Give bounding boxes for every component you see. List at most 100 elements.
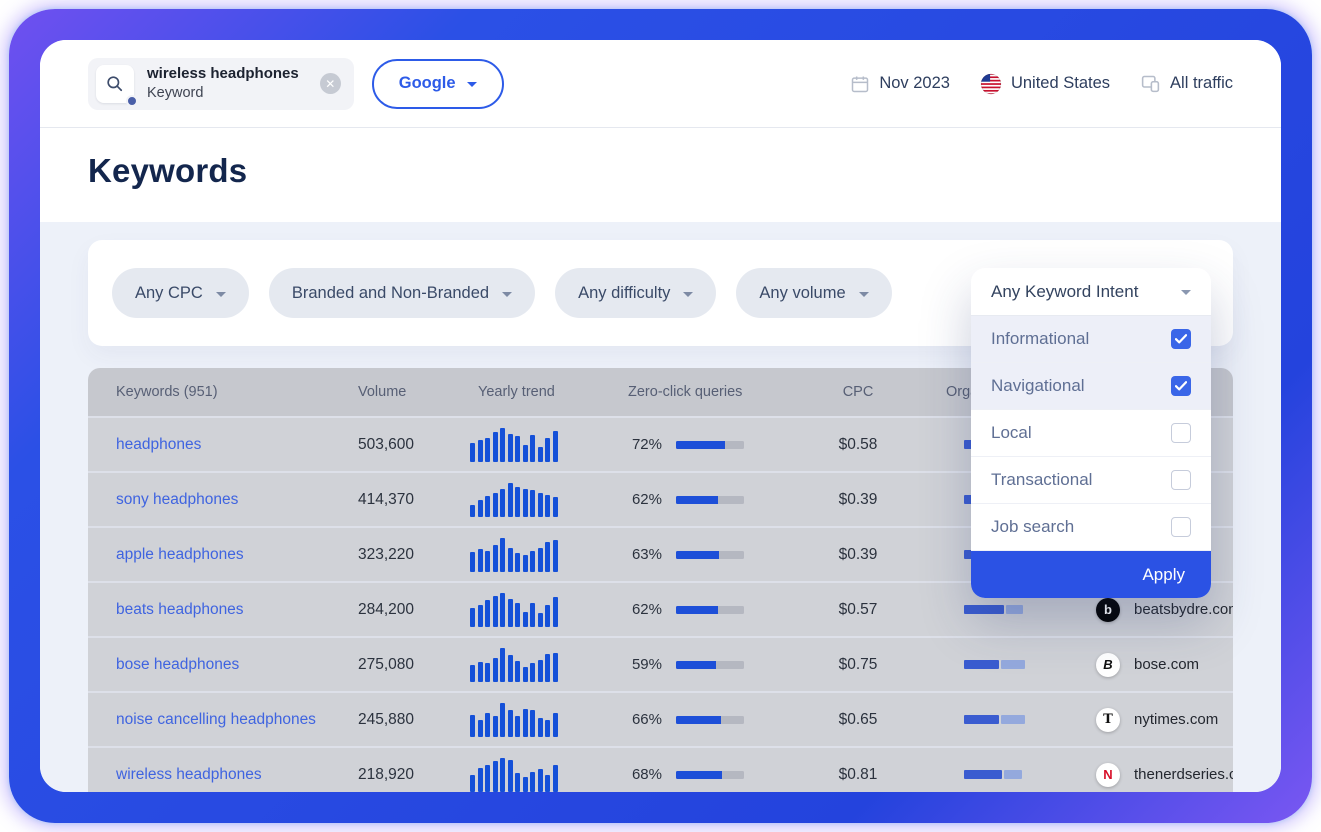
top-bar: wireless headphones Keyword ✕ Google Nov…: [40, 40, 1281, 128]
search-type-label: Keyword: [147, 84, 299, 103]
volume-cell: 414,370: [358, 491, 470, 509]
search-icon: [105, 74, 125, 94]
keyword-cell: noise cancelling headphones: [88, 711, 358, 729]
keyword-link[interactable]: noise cancelling headphones: [116, 711, 316, 728]
keyword-intent-label: Any Keyword Intent: [991, 282, 1138, 302]
zero-click-cell: 72%: [620, 436, 798, 453]
clear-search-button[interactable]: ✕: [320, 73, 341, 94]
checkbox-checked[interactable]: [1171, 376, 1191, 396]
keyword-cell: bose headphones: [88, 656, 358, 674]
filter-pill-label: Any difficulty: [578, 284, 670, 303]
traffic-selector[interactable]: All traffic: [1140, 73, 1233, 94]
heading-block: Keywords: [40, 128, 1281, 222]
keyword-link[interactable]: headphones: [116, 436, 201, 453]
domain-cell: Nthenerdseries.com: [1086, 763, 1233, 787]
traffic-label: All traffic: [1170, 74, 1233, 93]
zero-click-bar-fill: [676, 551, 719, 559]
intent-option-transactional[interactable]: Transactional: [971, 457, 1211, 504]
yearly-trend-chart: [470, 758, 562, 792]
paid-bar: [1006, 605, 1023, 614]
chevron-down-icon: [683, 292, 693, 297]
intent-option-informational[interactable]: Informational: [971, 316, 1211, 363]
paid-bar: [1001, 715, 1025, 724]
organic-bar: [964, 715, 999, 724]
zero-click-percent: 66%: [628, 711, 662, 728]
keyword-intent-dropdown-header[interactable]: Any Keyword Intent: [971, 268, 1211, 316]
intent-option-navigational[interactable]: Navigational: [971, 363, 1211, 410]
yearly-trend-chart: [470, 703, 562, 737]
domain-label: beatsbydre.com: [1134, 601, 1233, 618]
chevron-down-icon: [467, 82, 477, 87]
zero-click-bar-fill: [676, 606, 718, 614]
zero-click-bar-fill: [676, 441, 725, 449]
keyword-link[interactable]: bose headphones: [116, 656, 239, 673]
keyword-search-widget[interactable]: wireless headphones Keyword ✕: [88, 58, 354, 110]
intent-option-local[interactable]: Local: [971, 410, 1211, 457]
country-selector[interactable]: United States: [980, 73, 1110, 95]
zero-click-cell: 59%: [620, 656, 798, 673]
intent-option-label: Informational: [991, 329, 1089, 349]
yearly-trend-chart: [470, 593, 562, 627]
filter-pill-label: Any volume: [759, 284, 845, 303]
apply-button[interactable]: Apply: [971, 551, 1211, 598]
zero-click-percent: 62%: [628, 491, 662, 508]
checkbox-unchecked[interactable]: [1171, 470, 1191, 490]
date-selector[interactable]: Nov 2023: [850, 74, 950, 94]
zero-click-bar-fill: [676, 716, 721, 724]
chevron-down-icon: [859, 292, 869, 297]
yearly-trend-chart: [470, 538, 562, 572]
search-iconbox: [96, 65, 134, 103]
yearly-trend-chart: [470, 648, 562, 682]
checkbox-unchecked[interactable]: [1171, 517, 1191, 537]
calendar-icon: [850, 74, 870, 94]
trend-cell: [470, 758, 620, 792]
cpc-cell: $0.39: [798, 546, 918, 564]
zero-click-cell: 63%: [620, 546, 798, 563]
zero-click-cell: 62%: [620, 601, 798, 618]
table-row: noise cancelling headphones 245,880 66% $0.…: [88, 691, 1233, 746]
zero-click-bar-fill: [676, 771, 722, 779]
organic-bar: [964, 770, 1002, 779]
organic-bar: [964, 660, 999, 669]
zero-click-bar: [676, 716, 744, 724]
trend-cell: [470, 648, 620, 682]
zero-click-percent: 62%: [628, 601, 662, 618]
filter-pill-any-difficulty[interactable]: Any difficulty: [555, 268, 716, 318]
zero-click-bar: [676, 661, 744, 669]
organic-vs-paid-cell: [918, 605, 1086, 614]
domain-cell: Tnytimes.com: [1086, 708, 1233, 732]
checkbox-checked[interactable]: [1171, 329, 1191, 349]
filter-pill-label: Branded and Non-Branded: [292, 284, 489, 303]
volume-cell: 245,880: [358, 711, 470, 729]
favicon-beatsbydre-com: b: [1096, 598, 1120, 622]
keyword-link[interactable]: wireless headphones: [116, 766, 262, 783]
table-row: wireless headphones218,92068%$0.81Nthene…: [88, 746, 1233, 792]
zero-click-cell: 68%: [620, 766, 798, 783]
search-engine-dropdown[interactable]: Google: [372, 59, 504, 109]
apply-label: Apply: [1142, 565, 1185, 585]
keyword-link[interactable]: apple headphones: [116, 546, 244, 563]
search-texts: wireless headphones Keyword: [147, 64, 299, 102]
date-label: Nov 2023: [879, 74, 950, 93]
zero-click-bar: [676, 496, 744, 504]
keyword-link[interactable]: sony headphones: [116, 491, 238, 508]
chevron-down-icon: [1181, 290, 1191, 295]
intent-option-label: Navigational: [991, 376, 1085, 396]
filter-pill-branded-and-non-branded[interactable]: Branded and Non-Branded: [269, 268, 535, 318]
keyword-link[interactable]: beats headphones: [116, 601, 244, 618]
zero-click-percent: 59%: [628, 656, 662, 673]
keyword-type-dot: [126, 95, 138, 107]
intent-option-label: Local: [991, 423, 1032, 443]
checkbox-unchecked[interactable]: [1171, 423, 1191, 443]
filter-pill-any-cpc[interactable]: Any CPC: [112, 268, 249, 318]
trend-cell: [470, 703, 620, 737]
country-label: United States: [1011, 74, 1110, 93]
keyword-cell: wireless headphones: [88, 766, 358, 784]
cpc-cell: $0.65: [798, 711, 918, 729]
filter-pill-any-volume[interactable]: Any volume: [736, 268, 891, 318]
column-header-yearly-trend: Yearly trend: [470, 384, 620, 400]
yearly-trend-chart: [470, 428, 562, 462]
filter-pill-label: Any CPC: [135, 284, 203, 303]
us-flag-icon: [980, 73, 1002, 95]
intent-option-job-search[interactable]: Job search: [971, 504, 1211, 551]
